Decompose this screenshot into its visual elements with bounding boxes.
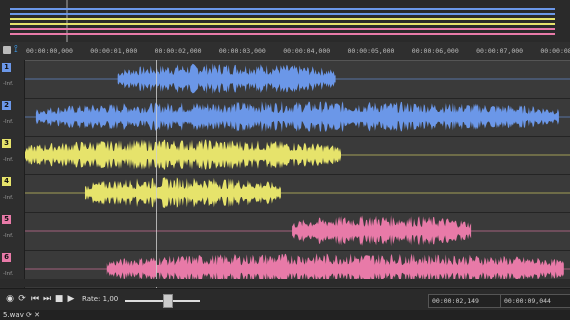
length-display[interactable]: 00:00:09,044 [500,294,570,308]
overview-lane-5 [10,28,555,30]
horizontal-scrollbar[interactable] [0,279,570,287]
track-header[interactable]: 2 -Inf. [0,98,25,136]
stop-icon[interactable]: ■ [54,294,64,304]
track-number[interactable]: 3 [2,139,11,148]
ruler-tick-label: 00:00:03,000 [218,47,266,55]
track-lane[interactable] [25,174,570,213]
overview-lane-1 [10,8,555,10]
track-number[interactable]: 5 [2,215,11,224]
track-level-label: -Inf. [3,81,14,87]
overview-lane-4 [10,23,555,25]
play-icon[interactable]: ▶ [66,294,76,304]
ruler-tick-label: 00:00:06,000 [411,47,459,55]
overview-lane-2 [10,13,555,15]
waveform-shape [25,139,341,170]
lock-icon[interactable] [3,46,11,54]
track-lane[interactable] [25,136,570,175]
track-level-label: -Inf. [3,119,14,125]
playhead-cursor[interactable] [156,60,157,288]
waveform [25,177,570,208]
track-level-label: -Inf. [3,233,14,239]
track-header[interactable]: 4 -Inf. [0,174,25,212]
loop-icon[interactable]: ⟳ [17,294,27,304]
transport-bar: ◉ ⟳ ⏮ ⏭ ■ ▶ Rate: 1,00 00:00:02,149 00:0… [0,288,570,311]
track-number[interactable]: 4 [2,177,11,186]
ruler-tick-label: 00:00:02,000 [154,47,202,55]
ruler-tick-label: 00:00:04,000 [283,47,331,55]
track-header[interactable]: 3 -Inf. [0,136,25,174]
waveform [25,215,570,247]
file-tab-label: 5.wav ⟳ ✕ [3,311,41,319]
position-display[interactable]: 00:00:02,149 [428,294,503,308]
overview-lane-3 [10,18,555,20]
track-header[interactable]: 1 -Inf. [0,60,25,98]
waveform [25,63,570,94]
track-level-label: -Inf. [3,195,14,201]
rate-label: Rate: 1,00 [82,295,119,303]
track-area[interactable]: 1 -Inf. 2 -Inf. 3 -Inf. 4 -Inf. 5 -Inf. 6 -Inf. [0,60,570,289]
overview-lane-6 [10,33,555,35]
track-lane[interactable] [25,98,570,137]
track-level-label: -Inf. [3,271,14,277]
waveform [25,139,570,170]
track-number[interactable]: 2 [2,101,11,110]
ruler-tick-label: 00:00:05,000 [347,47,395,55]
waveform-shape [292,215,472,247]
record-icon[interactable]: ◉ [5,294,15,304]
previous-icon[interactable]: ⏮ [30,294,40,304]
cursor-icon[interactable]: ⟟ [14,44,24,56]
waveform-shape [117,63,336,94]
track-number[interactable]: 1 [2,63,11,72]
file-tab[interactable]: 5.wav ⟳ ✕ [0,310,570,320]
waveform-shape [84,177,281,208]
ruler-tick-label: 00:00:08,000 [540,47,570,55]
overview-waveforms [10,0,555,42]
track-lane[interactable] [25,212,570,251]
track-number[interactable]: 6 [2,253,11,262]
ruler-tick-label: 00:00:01,000 [90,47,138,55]
overview-strip[interactable] [0,0,570,42]
next-icon[interactable]: ⏭ [42,294,52,304]
waveform-shape [35,101,559,133]
ruler-tick-label: 00:00:07,000 [476,47,524,55]
track-lane[interactable] [25,60,570,99]
track-level-label: -Inf. [3,157,14,163]
track-header[interactable]: 5 -Inf. [0,212,25,250]
waveform [25,101,570,133]
ruler-tick-label: 00:00:00,000 [26,47,73,55]
rate-slider-knob[interactable] [163,294,173,308]
